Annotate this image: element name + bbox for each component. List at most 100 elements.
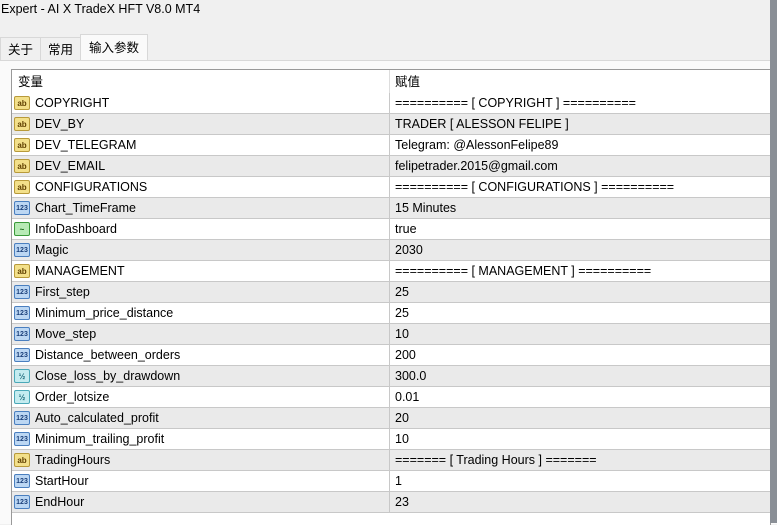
value-cell[interactable]: 1 xyxy=(390,471,770,491)
value-cell[interactable]: 25 xyxy=(390,303,770,323)
value-cell[interactable]: 10 xyxy=(390,429,770,449)
variable-cell[interactable]: 123 Magic xyxy=(12,240,390,260)
variable-name: Distance_between_orders xyxy=(35,348,181,362)
variable-cell[interactable]: ½ Close_loss_by_drawdown xyxy=(12,366,390,386)
variable-name: DEV_BY xyxy=(35,117,85,131)
variable-cell[interactable]: ab TradingHours xyxy=(12,450,390,470)
table-row[interactable]: ab DEV_EMAIL felipetrader.2015@gmail.com xyxy=(12,156,770,177)
scrollbar[interactable] xyxy=(770,0,777,523)
value-cell[interactable]: ========== [ COPYRIGHT ] ========== xyxy=(390,93,770,113)
value-cell[interactable]: TRADER [ ALESSON FELIPE ] xyxy=(390,114,770,134)
value-cell[interactable]: 0.01 xyxy=(390,387,770,407)
variable-cell[interactable]: ½ Order_lotsize xyxy=(12,387,390,407)
tab-about[interactable]: 关于 xyxy=(0,37,42,62)
header-value[interactable]: 赋值 xyxy=(390,70,770,93)
table-row[interactable]: ab DEV_BY TRADER [ ALESSON FELIPE ] xyxy=(12,114,770,135)
variable-cell[interactable]: 123 Minimum_price_distance xyxy=(12,303,390,323)
variable-cell[interactable]: 123 Move_step xyxy=(12,324,390,344)
variable-name: InfoDashboard xyxy=(35,222,118,236)
value-cell[interactable]: 25 xyxy=(390,282,770,302)
table-row[interactable]: ab MANAGEMENT ========== [ MANAGEMENT ] ==… xyxy=(12,261,770,282)
table-row[interactable]: 123 Chart_TimeFrame 15 Minutes xyxy=(12,198,770,219)
value-cell[interactable]: 23 xyxy=(390,492,770,512)
variable-cell[interactable]: ab COPYRIGHT xyxy=(12,93,390,113)
table-row[interactable]: ab CONFIGURATIONS ========== [ CONFIGURATI… xyxy=(12,177,770,198)
variable-cell[interactable]: ab DEV_BY xyxy=(12,114,390,134)
variable-name: COPYRIGHT xyxy=(35,96,110,110)
table-row[interactable]: 123 Minimum_trailing_profit 10 xyxy=(12,429,770,450)
table-row[interactable]: ab COPYRIGHT ========== [ COPYRIGHT ] ====… xyxy=(12,93,770,114)
tab-common[interactable]: 常用 xyxy=(40,37,82,62)
variable-name: Minimum_trailing_profit xyxy=(35,432,165,446)
value-cell[interactable]: true xyxy=(390,219,770,239)
table-row[interactable]: 123 First_step 25 xyxy=(12,282,770,303)
variable-cell[interactable]: ~ InfoDashboard xyxy=(12,219,390,239)
variable-name: First_step xyxy=(35,285,90,299)
variable-name: TradingHours xyxy=(35,453,111,467)
integer-type-icon: 123 xyxy=(14,327,30,341)
table-row[interactable]: ab TradingHours ======= [ Trading Hours ] … xyxy=(12,450,770,471)
table-row[interactable]: 123 Minimum_price_distance 25 xyxy=(12,303,770,324)
variable-name: MANAGEMENT xyxy=(35,264,125,278)
variable-cell[interactable]: 123 Auto_calculated_profit xyxy=(12,408,390,428)
integer-type-icon: 123 xyxy=(14,306,30,320)
variable-cell[interactable]: ab MANAGEMENT xyxy=(12,261,390,281)
double-type-icon: ½ xyxy=(14,390,30,404)
variable-name: EndHour xyxy=(35,495,85,509)
integer-type-icon: 123 xyxy=(14,495,30,509)
string-type-icon: ab xyxy=(14,180,30,194)
integer-type-icon: 123 xyxy=(14,285,30,299)
variable-name: Close_loss_by_drawdown xyxy=(35,369,181,383)
header-variable[interactable]: 变量 xyxy=(12,70,390,93)
variable-name: Chart_TimeFrame xyxy=(35,201,136,215)
string-type-icon: ab xyxy=(14,96,30,110)
variable-cell[interactable]: ab CONFIGURATIONS xyxy=(12,177,390,197)
value-cell[interactable]: ======= [ Trading Hours ] ======= xyxy=(390,450,770,470)
integer-type-icon: 123 xyxy=(14,432,30,446)
variable-name: Magic xyxy=(35,243,69,257)
inputs-panel: 变量 赋值 ab COPYRIGHT ========== [ COPYRIGHT … xyxy=(0,60,777,525)
integer-type-icon: 123 xyxy=(14,411,30,425)
value-cell[interactable]: 300.0 xyxy=(390,366,770,386)
table-header: 变量 赋值 xyxy=(12,70,770,93)
table-row[interactable]: 123 Move_step 10 xyxy=(12,324,770,345)
value-cell[interactable]: 15 Minutes xyxy=(390,198,770,218)
variable-name: Move_step xyxy=(35,327,97,341)
variable-name: Minimum_price_distance xyxy=(35,306,174,320)
variable-cell[interactable]: 123 EndHour xyxy=(12,492,390,512)
variable-cell[interactable]: ab DEV_EMAIL xyxy=(12,156,390,176)
integer-type-icon: 123 xyxy=(14,348,30,362)
variable-cell[interactable]: 123 Minimum_trailing_profit xyxy=(12,429,390,449)
variable-cell[interactable]: 123 StartHour xyxy=(12,471,390,491)
integer-type-icon: 123 xyxy=(14,474,30,488)
value-cell[interactable]: 20 xyxy=(390,408,770,428)
variable-name: Auto_calculated_profit xyxy=(35,411,159,425)
value-cell[interactable]: ========== [ MANAGEMENT ] ========== xyxy=(390,261,770,281)
value-cell[interactable]: felipetrader.2015@gmail.com xyxy=(390,156,770,176)
variable-name: Order_lotsize xyxy=(35,390,110,404)
window-title: Expert - AI X TradeX HFT V8.0 MT4 xyxy=(1,2,201,16)
parameters-table: 变量 赋值 ab COPYRIGHT ========== [ COPYRIGHT … xyxy=(11,69,771,525)
variable-cell[interactable]: ab DEV_TELEGRAM xyxy=(12,135,390,155)
value-cell[interactable]: Telegram: @AlessonFelipe89 xyxy=(390,135,770,155)
variable-cell[interactable]: 123 Chart_TimeFrame xyxy=(12,198,390,218)
table-row[interactable]: ½ Order_lotsize 0.01 xyxy=(12,387,770,408)
table-row[interactable]: 123 Magic 2030 xyxy=(12,240,770,261)
table-row[interactable]: 123 StartHour 1 xyxy=(12,471,770,492)
value-cell[interactable]: 2030 xyxy=(390,240,770,260)
value-cell[interactable]: ========== [ CONFIGURATIONS ] ========== xyxy=(390,177,770,197)
table-row[interactable]: ab DEV_TELEGRAM Telegram: @AlessonFelipe89 xyxy=(12,135,770,156)
value-cell[interactable]: 200 xyxy=(390,345,770,365)
table-row[interactable]: ~ InfoDashboard true xyxy=(12,219,770,240)
variable-name: CONFIGURATIONS xyxy=(35,180,148,194)
table-row[interactable]: 123 EndHour 23 xyxy=(12,492,770,513)
variable-cell[interactable]: 123 Distance_between_orders xyxy=(12,345,390,365)
table-row[interactable]: ½ Close_loss_by_drawdown 300.0 xyxy=(12,366,770,387)
table-row[interactable]: 123 Auto_calculated_profit 20 xyxy=(12,408,770,429)
value-cell[interactable]: 10 xyxy=(390,324,770,344)
variable-cell[interactable]: 123 First_step xyxy=(12,282,390,302)
tab-inputs[interactable]: 输入参数 xyxy=(80,34,149,62)
table-row[interactable]: 123 Distance_between_orders 200 xyxy=(12,345,770,366)
variable-name: StartHour xyxy=(35,474,89,488)
string-type-icon: ab xyxy=(14,453,30,467)
